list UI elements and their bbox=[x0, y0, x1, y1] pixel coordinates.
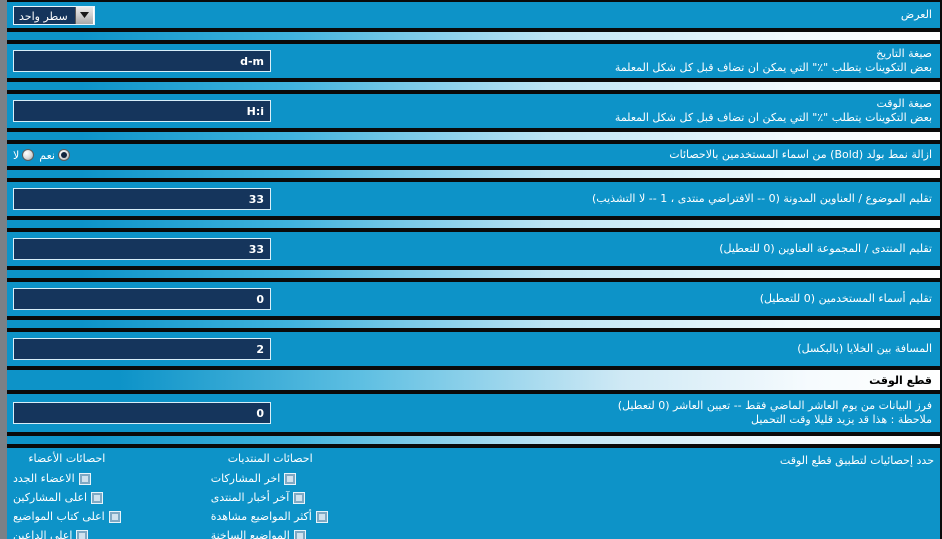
trim-thread-titles-label: تقليم الموضوع / العناوين المدونة (0 -- ا… bbox=[592, 192, 932, 205]
checkbox-label-top-thread-starters: اعلى كتاب المواضيع bbox=[13, 510, 105, 523]
radio-icon-yes[interactable] bbox=[57, 149, 70, 161]
checkbox-item-forum-news[interactable]: آخر أخبار المنتدى bbox=[211, 488, 306, 507]
time-format-hint: بعض التكوينات يتطلب "٪" التي يمكن ان تضا… bbox=[614, 111, 932, 124]
display-mode-select[interactable]: سطر واحد bbox=[13, 5, 95, 25]
row-trim-forum-titles: تقليم المنتدى / المجموعة العناوين (0 للت… bbox=[7, 230, 940, 268]
cell-spacing-control-cell bbox=[13, 338, 271, 360]
display-control-cell: سطر واحد bbox=[13, 5, 95, 25]
checkbox-item-top-referrers[interactable]: اعلى الداعين bbox=[13, 526, 89, 539]
display-label-cell: العرض bbox=[901, 8, 934, 22]
time-format-input[interactable] bbox=[13, 100, 271, 122]
time-cut-label-cell: فرز البيانات من يوم العاشر الماضي فقط --… bbox=[618, 399, 934, 427]
trim-forum-titles-control-cell bbox=[13, 238, 271, 260]
bold-removal-option-no-label: لا bbox=[13, 148, 20, 162]
stats-selection-label: حدد إحصائيات لتطبيق قطع الوقت bbox=[779, 454, 934, 467]
checkbox-label-hot-topics: المواضيع الساخنة bbox=[210, 529, 290, 539]
checkbox-item-top-posters[interactable]: اعلى المشاركين bbox=[13, 488, 104, 507]
checkbox-label-forum-news: آخر أخبار المنتدى bbox=[210, 491, 290, 504]
section-header-time-cut-title: قطع الوقت bbox=[869, 373, 932, 387]
row-display: العرض سطر واحد bbox=[7, 0, 940, 30]
time-cut-label-line1: فرز البيانات من يوم العاشر الماضي فقط --… bbox=[617, 399, 932, 412]
checkbox-icon-hot-topics[interactable] bbox=[293, 529, 306, 539]
separator-7 bbox=[7, 318, 940, 330]
checkbox-item-latest-posts[interactable]: اخر المشاركات bbox=[211, 469, 297, 488]
trim-forum-titles-label-cell: تقليم المنتدى / المجموعة العناوين (0 للت… bbox=[719, 242, 934, 256]
checkbox-icon-top-thread-starters[interactable] bbox=[108, 510, 121, 523]
separator-6 bbox=[7, 268, 940, 280]
row-date-format: صيغة التاريخ بعض التكوينات يتطلب "٪" الت… bbox=[7, 42, 940, 80]
time-format-label-cell: صيغة الوقت بعض التكوينات يتطلب "٪" التي … bbox=[615, 97, 934, 125]
display-mode-value: سطر واحد bbox=[19, 9, 68, 23]
stats-column-forums-head: احصائات المنتديات bbox=[227, 452, 313, 465]
separator-1 bbox=[7, 30, 940, 42]
time-cut-input[interactable] bbox=[13, 402, 271, 424]
time-cut-control-cell bbox=[13, 402, 271, 424]
cell-spacing-label-cell: المسافة بين الخلايا (بالبكسل) bbox=[797, 342, 934, 356]
cell-spacing-input[interactable] bbox=[13, 338, 271, 360]
checkbox-icon-top-posters[interactable] bbox=[91, 491, 104, 504]
bold-removal-label-cell: ازالة نمط بولد (Bold) من اسماء المستخدمي… bbox=[669, 148, 934, 162]
checkbox-icon-top-referrers[interactable] bbox=[76, 529, 89, 539]
date-format-label-cell: صيغة التاريخ بعض التكوينات يتطلب "٪" الت… bbox=[615, 47, 934, 75]
time-format-control-cell bbox=[13, 100, 271, 122]
checkbox-label-top-referrers: اعلى الداعين bbox=[13, 529, 73, 539]
checkbox-item-new-members[interactable]: الاعضاء الجدد bbox=[13, 469, 91, 488]
date-format-label: صيغة التاريخ bbox=[876, 47, 932, 60]
row-time-cut-value: فرز البيانات من يوم العاشر الماضي فقط --… bbox=[7, 392, 940, 434]
trim-usernames-label-cell: تقليم أسماء المستخدمين (0 للتعطيل) bbox=[760, 292, 934, 306]
row-bold-removal: ازالة نمط بولد (Bold) من اسماء المستخدمي… bbox=[7, 142, 940, 168]
separator-2 bbox=[7, 80, 940, 92]
checkbox-icon-new-members[interactable] bbox=[78, 472, 91, 485]
trim-thread-titles-label-cell: تقليم الموضوع / العناوين المدونة (0 -- ا… bbox=[592, 192, 934, 206]
display-label: العرض bbox=[900, 8, 932, 21]
date-format-control-cell bbox=[13, 50, 271, 72]
row-cell-spacing: المسافة بين الخلايا (بالبكسل) bbox=[7, 330, 940, 368]
time-format-label: صيغة الوقت bbox=[876, 97, 932, 110]
checkbox-icon-most-viewed[interactable] bbox=[315, 510, 328, 523]
bold-removal-radio-group: نعم لا bbox=[13, 149, 70, 162]
row-trim-thread-titles: تقليم الموضوع / العناوين المدونة (0 -- ا… bbox=[7, 180, 940, 218]
trim-thread-titles-control-cell bbox=[13, 188, 271, 210]
checkbox-label-latest-posts: اخر المشاركات bbox=[210, 472, 281, 485]
options-panel: العرض سطر واحد صيغة التاريخ بعض التكوينا… bbox=[0, 0, 942, 539]
separator-5 bbox=[7, 218, 940, 230]
time-cut-label-line2: ملاحظة : هذا قد يزيد قليلا وقت التحميل bbox=[751, 413, 932, 426]
separator-8 bbox=[7, 434, 940, 446]
checkbox-label-new-members: الاعضاء الجدد bbox=[13, 472, 75, 485]
checkbox-icon-latest-posts[interactable] bbox=[284, 472, 297, 485]
stats-columns: احصائات المنتديات اخر المشاركات آخر أخبا… bbox=[13, 452, 340, 539]
row-stats-selection: حدد إحصائيات لتطبيق قطع الوقت احصائات ال… bbox=[7, 446, 940, 539]
separator-4 bbox=[7, 168, 940, 180]
checkbox-item-top-thread-starters[interactable]: اعلى كتاب المواضيع bbox=[13, 507, 121, 526]
cell-spacing-label: المسافة بين الخلايا (بالبكسل) bbox=[797, 342, 932, 355]
trim-usernames-control-cell bbox=[13, 288, 271, 310]
stats-column-members-head: احصائات الأعضاء bbox=[28, 452, 106, 465]
trim-forum-titles-input[interactable] bbox=[13, 238, 271, 260]
bold-removal-option-yes[interactable]: نعم bbox=[39, 149, 70, 162]
radio-icon-no[interactable] bbox=[22, 149, 35, 161]
row-time-format: صيغة الوقت بعض التكوينات يتطلب "٪" التي … bbox=[7, 92, 940, 130]
chevron-down-icon[interactable] bbox=[74, 6, 94, 24]
bold-removal-option-no[interactable]: لا bbox=[13, 148, 35, 162]
checkbox-label-most-viewed: أكثر المواضيع مشاهدة bbox=[210, 510, 312, 523]
bold-removal-label: ازالة نمط بولد (Bold) من اسماء المستخدمي… bbox=[669, 148, 932, 161]
trim-usernames-label: تقليم أسماء المستخدمين (0 للتعطيل) bbox=[759, 292, 932, 305]
checkbox-icon-forum-news[interactable] bbox=[293, 491, 306, 504]
checkbox-item-hot-topics[interactable]: المواضيع الساخنة bbox=[211, 526, 306, 539]
bold-removal-control-cell: نعم لا bbox=[13, 149, 70, 162]
date-format-input[interactable] bbox=[13, 50, 271, 72]
section-header-time-cut: قطع الوقت bbox=[7, 368, 940, 392]
checkbox-item-most-viewed[interactable]: أكثر المواضيع مشاهدة bbox=[211, 507, 328, 526]
date-format-hint: بعض التكوينات يتطلب "٪" التي يمكن ان تضا… bbox=[614, 61, 932, 74]
separator-3 bbox=[7, 130, 940, 142]
trim-thread-titles-input[interactable] bbox=[13, 188, 271, 210]
checkbox-label-top-posters: اعلى المشاركين bbox=[13, 491, 88, 504]
trim-forum-titles-label: تقليم المنتدى / المجموعة العناوين (0 للت… bbox=[719, 242, 932, 255]
bold-removal-option-yes-label: نعم bbox=[39, 148, 55, 162]
trim-usernames-input[interactable] bbox=[13, 288, 271, 310]
stats-column-forums: احصائات المنتديات اخر المشاركات آخر أخبا… bbox=[211, 452, 330, 539]
stats-column-members: احصائات الأعضاء الاعضاء الجدد اعلى المشا… bbox=[13, 452, 121, 539]
row-trim-usernames: تقليم أسماء المستخدمين (0 للتعطيل) bbox=[7, 280, 940, 318]
